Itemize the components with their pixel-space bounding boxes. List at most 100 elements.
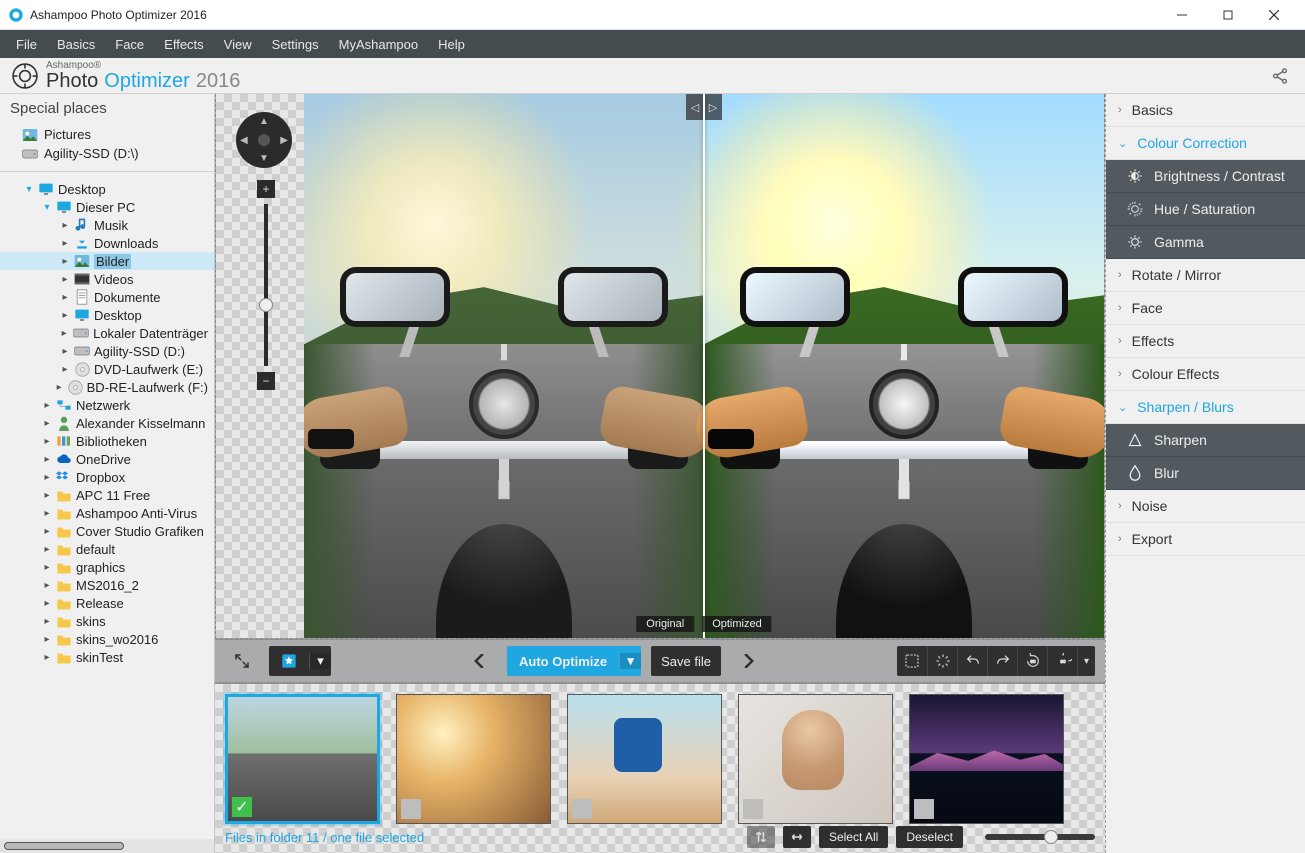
menu-myashampoo[interactable]: MyAshampoo [329, 33, 428, 56]
zoom-in-button[interactable]: + [257, 180, 275, 198]
panel-colour-effects[interactable]: ›Colour Effects [1106, 358, 1305, 391]
sidebar-scrollbar[interactable] [0, 839, 214, 853]
thumbnail[interactable] [567, 694, 722, 824]
menu-settings[interactable]: Settings [262, 33, 329, 56]
thumbnail-checkbox[interactable] [401, 799, 421, 819]
panel-colour-correction[interactable]: ⌄Colour Correction [1106, 127, 1305, 160]
minimize-button[interactable] [1159, 0, 1205, 30]
preview-area[interactable]: ▲▼◀▶ + − [215, 94, 1105, 639]
tree-node[interactable]: ▸skins [0, 612, 214, 630]
tree-node[interactable]: ▸default [0, 540, 214, 558]
tree-node[interactable]: ▸Netzwerk [0, 396, 214, 414]
panel-noise[interactable]: ›Noise [1106, 490, 1305, 523]
thumbnail-checkbox[interactable]: ✓ [232, 797, 252, 817]
menu-help[interactable]: Help [428, 33, 475, 56]
fit-button[interactable] [783, 826, 811, 848]
tree-node[interactable]: ▸Alexander Kisselmann [0, 414, 214, 432]
tree-node[interactable]: ▸graphics [0, 558, 214, 576]
split-prev-button[interactable]: ◁ [686, 94, 704, 120]
thumbnail-checkbox[interactable] [914, 799, 934, 819]
expand-caret-icon[interactable]: ▸ [42, 634, 52, 645]
deselect-button[interactable]: Deselect [896, 826, 963, 848]
split-divider[interactable] [703, 94, 705, 638]
more-tools-caret[interactable]: ▾ [1077, 646, 1095, 676]
tree-node[interactable]: ▸Videos [0, 270, 214, 288]
panel-sub-blur[interactable]: Blur [1106, 457, 1305, 490]
expand-caret-icon[interactable]: ▸ [42, 454, 52, 465]
tree-node[interactable]: ▸Downloads [0, 234, 214, 252]
redo-button[interactable] [987, 646, 1017, 676]
thumbnail[interactable] [909, 694, 1064, 824]
folder-tree[interactable]: ▾Desktop▾Dieser PC▸Musik▸Downloads▸Bilde… [0, 172, 214, 839]
expand-caret-icon[interactable]: ▸ [42, 616, 52, 627]
expand-caret-icon[interactable]: ▸ [42, 508, 52, 519]
expand-caret-icon[interactable]: ▸ [55, 382, 64, 393]
tree-node[interactable]: ▸Dropbox [0, 468, 214, 486]
auto-optimize-button[interactable]: Auto Optimize ▾ [507, 646, 641, 676]
rotate-right-button[interactable]: 90 [1047, 646, 1077, 676]
thumbnail[interactable] [396, 694, 551, 824]
magic-button[interactable] [927, 646, 957, 676]
zoom-slider[interactable]: + − [260, 180, 272, 390]
panel-effects[interactable]: ›Effects [1106, 325, 1305, 358]
tree-node[interactable]: ▸Dokumente [0, 288, 214, 306]
expand-caret-icon[interactable]: ▾ [24, 184, 34, 195]
expand-caret-icon[interactable]: ▸ [42, 526, 52, 537]
expand-caret-icon[interactable]: ▸ [42, 490, 52, 501]
tree-node[interactable]: ▸Desktop [0, 306, 214, 324]
zoom-out-button[interactable]: − [257, 372, 275, 390]
maximize-button[interactable] [1205, 0, 1251, 30]
prev-image-button[interactable] [463, 646, 497, 676]
expand-caret-icon[interactable]: ▸ [42, 400, 52, 411]
select-all-button[interactable]: Select All [819, 826, 888, 848]
tree-node[interactable]: ▾Desktop [0, 180, 214, 198]
panel-sub-sharpen[interactable]: Sharpen [1106, 424, 1305, 457]
place-agility-ssd-d-[interactable]: Agility-SSD (D:\) [0, 144, 214, 163]
expand-caret-icon[interactable]: ▸ [60, 256, 70, 267]
panel-basics[interactable]: ›Basics [1106, 94, 1305, 127]
tree-node[interactable]: ▸skins_wo2016 [0, 630, 214, 648]
expand-caret-icon[interactable]: ▸ [42, 472, 52, 483]
menu-file[interactable]: File [6, 33, 47, 56]
tree-node[interactable]: ▸Cover Studio Grafiken [0, 522, 214, 540]
tree-node[interactable]: ▸Bilder [0, 252, 214, 270]
expand-caret-icon[interactable]: ▸ [60, 274, 70, 285]
expand-caret-icon[interactable]: ▸ [42, 544, 52, 555]
tree-node[interactable]: ▸Release [0, 594, 214, 612]
fullscreen-button[interactable] [225, 646, 259, 676]
expand-caret-icon[interactable]: ▸ [42, 598, 52, 609]
thumbnail[interactable] [738, 694, 893, 824]
expand-caret-icon[interactable]: ▸ [60, 310, 70, 321]
menu-effects[interactable]: Effects [154, 33, 214, 56]
expand-caret-icon[interactable]: ▸ [60, 292, 70, 303]
tree-node[interactable]: ▸Lokaler Datenträger [0, 324, 214, 342]
expand-caret-icon[interactable]: ▸ [42, 436, 52, 447]
pan-control[interactable]: ▲▼◀▶ [236, 112, 292, 168]
expand-caret-icon[interactable]: ▸ [42, 580, 52, 591]
thumbnail-checkbox[interactable] [743, 799, 763, 819]
undo-button[interactable] [957, 646, 987, 676]
expand-caret-icon[interactable]: ▸ [60, 238, 70, 249]
sort-button[interactable] [747, 826, 775, 848]
tree-node[interactable]: ▸BD-RE-Laufwerk (F:) [0, 378, 214, 396]
menu-view[interactable]: View [214, 33, 262, 56]
expand-caret-icon[interactable]: ▾ [42, 202, 52, 213]
menu-basics[interactable]: Basics [47, 33, 105, 56]
expand-caret-icon[interactable]: ▸ [42, 418, 52, 429]
favorite-dropdown[interactable]: ▾ [269, 646, 331, 676]
next-image-button[interactable] [731, 646, 765, 676]
tree-node[interactable]: ▸Agility-SSD (D:) [0, 342, 214, 360]
zoom-thumb[interactable] [259, 298, 273, 312]
split-preview[interactable]: ◁ ▷ Original Optimized [304, 94, 1104, 638]
panel-sub-hue-saturation[interactable]: Hue / Saturation [1106, 193, 1305, 226]
panel-sub-brightness-contrast[interactable]: Brightness / Contrast [1106, 160, 1305, 193]
crop-button[interactable] [897, 646, 927, 676]
rotate-left-button[interactable]: 90 [1017, 646, 1047, 676]
split-next-button[interactable]: ▷ [704, 94, 722, 120]
panel-sub-gamma[interactable]: Gamma [1106, 226, 1305, 259]
tree-node[interactable]: ▸Ashampoo Anti-Virus [0, 504, 214, 522]
tree-node[interactable]: ▸MS2016_2 [0, 576, 214, 594]
panel-rotate-mirror[interactable]: ›Rotate / Mirror [1106, 259, 1305, 292]
expand-caret-icon[interactable]: ▸ [60, 364, 70, 375]
menu-face[interactable]: Face [105, 33, 154, 56]
